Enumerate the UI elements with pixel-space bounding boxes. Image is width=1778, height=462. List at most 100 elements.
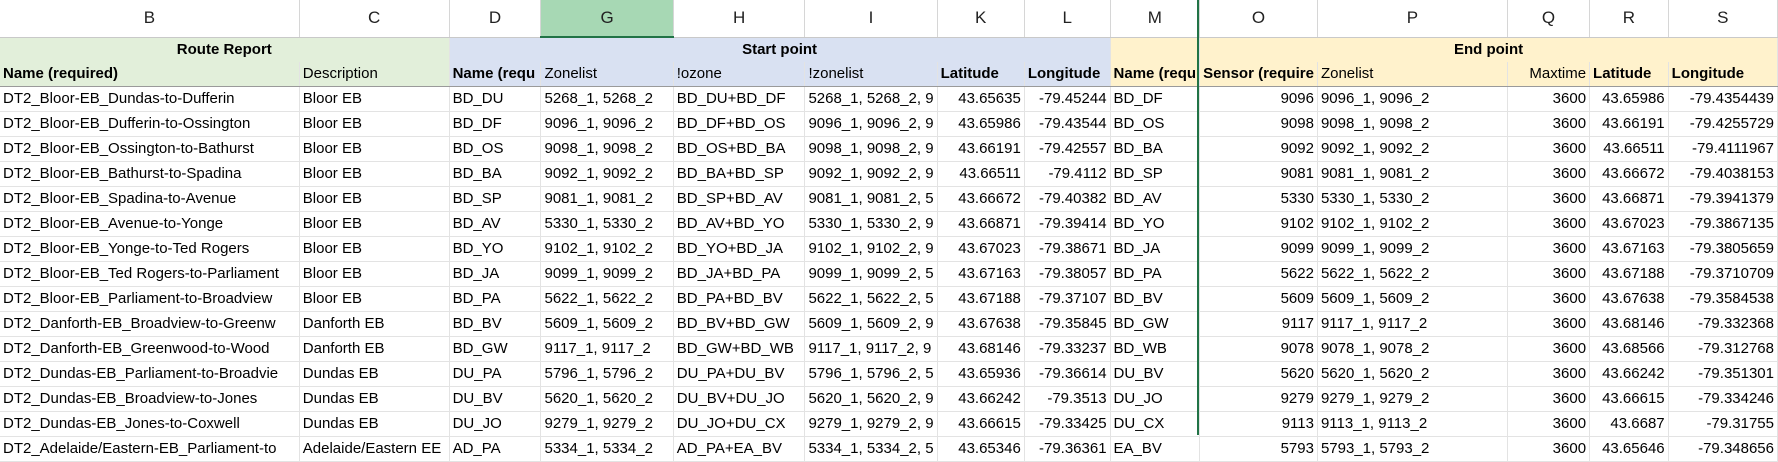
cell-end-latitude[interactable]: 43.68146 — [1589, 311, 1669, 337]
cell-end-longitude[interactable]: -79.3941379 — [1668, 186, 1778, 212]
cell-not-zonelist[interactable]: 9092_1, 9092_2, 9 — [804, 161, 938, 187]
cell-ozone[interactable]: DU_JO+DU_CX — [673, 411, 806, 437]
cell-sensor[interactable]: 9096 — [1199, 86, 1318, 112]
cell-ozone[interactable]: BD_AV+BD_YO — [673, 211, 806, 237]
cell-description[interactable]: Dundas EB — [299, 411, 450, 437]
cell-end-longitude[interactable]: -79.31755 — [1668, 411, 1778, 437]
cell-description[interactable]: Dundas EB — [299, 386, 450, 412]
cell-route-name[interactable]: DT2_Bloor-EB_Avenue-to-Yonge — [0, 211, 300, 237]
cell-maxtime[interactable]: 3600 — [1507, 336, 1591, 362]
cell-start-name[interactable]: BD_AV — [449, 211, 542, 237]
cell-end-zonelist[interactable]: 5330_1, 5330_2 — [1317, 186, 1508, 212]
cell-sensor[interactable]: 5622 — [1199, 261, 1318, 287]
cell-sensor[interactable]: 9081 — [1199, 161, 1318, 187]
cell-start-longitude[interactable]: -79.3513 — [1024, 386, 1111, 412]
cell-start-zonelist[interactable]: 9092_1, 9092_2 — [540, 161, 674, 187]
cell-not-zonelist[interactable]: 5330_1, 5330_2, 9 — [804, 211, 938, 237]
cell-sensor[interactable]: 9117 — [1199, 311, 1318, 337]
cell-ozone[interactable]: BD_JA+BD_PA — [673, 261, 806, 287]
cell-ozone[interactable]: DU_BV+DU_JO — [673, 386, 806, 412]
cell-description[interactable]: Bloor EB — [299, 111, 450, 137]
cell-sensor[interactable]: 5620 — [1199, 361, 1318, 387]
cell-route-name[interactable]: DT2_Bloor-EB_Spadina-to-Avenue — [0, 186, 300, 212]
cell-route-name[interactable]: DT2_Adelaide/Eastern-EB_Parliament-to — [0, 436, 300, 462]
cell-end-name[interactable]: DU_JO — [1110, 386, 1201, 412]
header-end-longitude[interactable]: Longitude — [1668, 62, 1778, 87]
column-header-b[interactable]: B — [0, 0, 300, 38]
cell-start-name[interactable]: BD_SP — [449, 186, 542, 212]
cell-start-zonelist[interactable]: 9096_1, 9096_2 — [540, 111, 674, 137]
cell-start-zonelist[interactable]: 9098_1, 9098_2 — [540, 136, 674, 162]
cell-end-latitude[interactable]: 43.6687 — [1589, 411, 1669, 437]
cell-end-latitude[interactable]: 43.66191 — [1589, 111, 1669, 137]
cell-not-zonelist[interactable]: 5334_1, 5334_2, 5 — [804, 436, 938, 462]
cell-start-name[interactable]: BD_DU — [449, 86, 542, 112]
cell-ozone[interactable]: BD_OS+BD_BA — [673, 136, 806, 162]
cell-start-longitude[interactable]: -79.4112 — [1024, 161, 1111, 187]
cell-end-name[interactable]: BD_BV — [1110, 286, 1201, 312]
cell-end-name[interactable]: BD_YO — [1110, 211, 1201, 237]
cell-description[interactable]: Bloor EB — [299, 261, 450, 287]
cell-not-zonelist[interactable]: 5796_1, 5796_2, 5 — [804, 361, 938, 387]
cell-end-zonelist[interactable]: 9102_1, 9102_2 — [1317, 211, 1508, 237]
column-header-o[interactable]: O — [1199, 0, 1318, 38]
cell-end-name[interactable]: DU_CX — [1110, 411, 1201, 437]
cell-start-zonelist[interactable]: 5609_1, 5609_2 — [540, 311, 674, 337]
end-point-header[interactable]: End point — [1199, 37, 1778, 62]
cell-not-zonelist[interactable]: 9096_1, 9096_2, 9 — [804, 111, 938, 137]
cell-end-name[interactable]: DU_BV — [1110, 361, 1201, 387]
header-maxtime[interactable]: Maxtime — [1507, 62, 1591, 87]
cell-start-latitude[interactable]: 43.68146 — [937, 336, 1025, 362]
cell-start-zonelist[interactable]: 9102_1, 9102_2 — [540, 236, 674, 262]
cell-start-zonelist[interactable]: 5334_1, 5334_2 — [540, 436, 674, 462]
cell-ozone[interactable]: BD_PA+BD_BV — [673, 286, 806, 312]
cell-end-latitude[interactable]: 43.67163 — [1589, 236, 1669, 262]
cell-maxtime[interactable]: 3600 — [1507, 111, 1591, 137]
cell-maxtime[interactable]: 3600 — [1507, 236, 1591, 262]
cell-start-longitude[interactable]: -79.35845 — [1024, 311, 1111, 337]
cell-end-zonelist[interactable]: 9117_1, 9117_2 — [1317, 311, 1508, 337]
column-header-g[interactable]: G — [540, 0, 674, 38]
cell-sensor[interactable]: 9113 — [1199, 411, 1318, 437]
cell-end-zonelist[interactable]: 9078_1, 9078_2 — [1317, 336, 1508, 362]
cell-description[interactable]: Danforth EB — [299, 336, 450, 362]
cell-start-name[interactable]: DU_JO — [449, 411, 542, 437]
cell-end-name[interactable]: BD_AV — [1110, 186, 1201, 212]
cell-start-name[interactable]: BD_BA — [449, 161, 542, 187]
cell-end-latitude[interactable]: 43.65986 — [1589, 86, 1669, 112]
cell-start-latitude[interactable]: 43.66242 — [937, 386, 1025, 412]
cell-sensor[interactable]: 9092 — [1199, 136, 1318, 162]
cell-end-longitude[interactable]: -79.4038153 — [1668, 161, 1778, 187]
cell-start-latitude[interactable]: 43.65986 — [937, 111, 1025, 137]
cell-maxtime[interactable]: 3600 — [1507, 261, 1591, 287]
cell-ozone[interactable]: BD_DF+BD_OS — [673, 111, 806, 137]
header-end-zonelist[interactable]: Zonelist — [1317, 62, 1508, 87]
header-route-name[interactable]: Name (required) — [0, 62, 300, 87]
cell-end-longitude[interactable]: -79.312768 — [1668, 336, 1778, 362]
cell-start-name[interactable]: BD_YO — [449, 236, 542, 262]
cell-end-latitude[interactable]: 43.66511 — [1589, 136, 1669, 162]
cell-not-zonelist[interactable]: 5609_1, 5609_2, 9 — [804, 311, 938, 337]
cell-start-zonelist[interactable]: 5796_1, 5796_2 — [540, 361, 674, 387]
header-start-zonelist[interactable]: Zonelist — [540, 62, 674, 87]
route-report-header[interactable]: Route Report — [0, 37, 450, 62]
cell-route-name[interactable]: DT2_Danforth-EB_Broadview-to-Greenw — [0, 311, 300, 337]
cell-end-zonelist[interactable]: 9099_1, 9099_2 — [1317, 236, 1508, 262]
cell-start-name[interactable]: DU_PA — [449, 361, 542, 387]
cell-route-name[interactable]: DT2_Dundas-EB_Jones-to-Coxwell — [0, 411, 300, 437]
cell-maxtime[interactable]: 3600 — [1507, 186, 1591, 212]
cell-end-name[interactable]: BD_OS — [1110, 111, 1201, 137]
cell-ozone[interactable]: AD_PA+EA_BV — [673, 436, 806, 462]
cell-route-name[interactable]: DT2_Dundas-EB_Parliament-to-Broadvie — [0, 361, 300, 387]
cell-end-latitude[interactable]: 43.66242 — [1589, 361, 1669, 387]
cell-end-longitude[interactable]: -79.348656 — [1668, 436, 1778, 462]
cell-end-latitude[interactable]: 43.67188 — [1589, 261, 1669, 287]
cell-start-zonelist[interactable]: 5268_1, 5268_2 — [540, 86, 674, 112]
cell-start-name[interactable]: BD_JA — [449, 261, 542, 287]
cell-description[interactable]: Danforth EB — [299, 311, 450, 337]
cell-end-zonelist[interactable]: 9279_1, 9279_2 — [1317, 386, 1508, 412]
cell-end-zonelist[interactable]: 9092_1, 9092_2 — [1317, 136, 1508, 162]
cell-end-zonelist[interactable]: 5622_1, 5622_2 — [1317, 261, 1508, 287]
cell-route-name[interactable]: DT2_Bloor-EB_Parliament-to-Broadview — [0, 286, 300, 312]
cell-start-longitude[interactable]: -79.40382 — [1024, 186, 1111, 212]
